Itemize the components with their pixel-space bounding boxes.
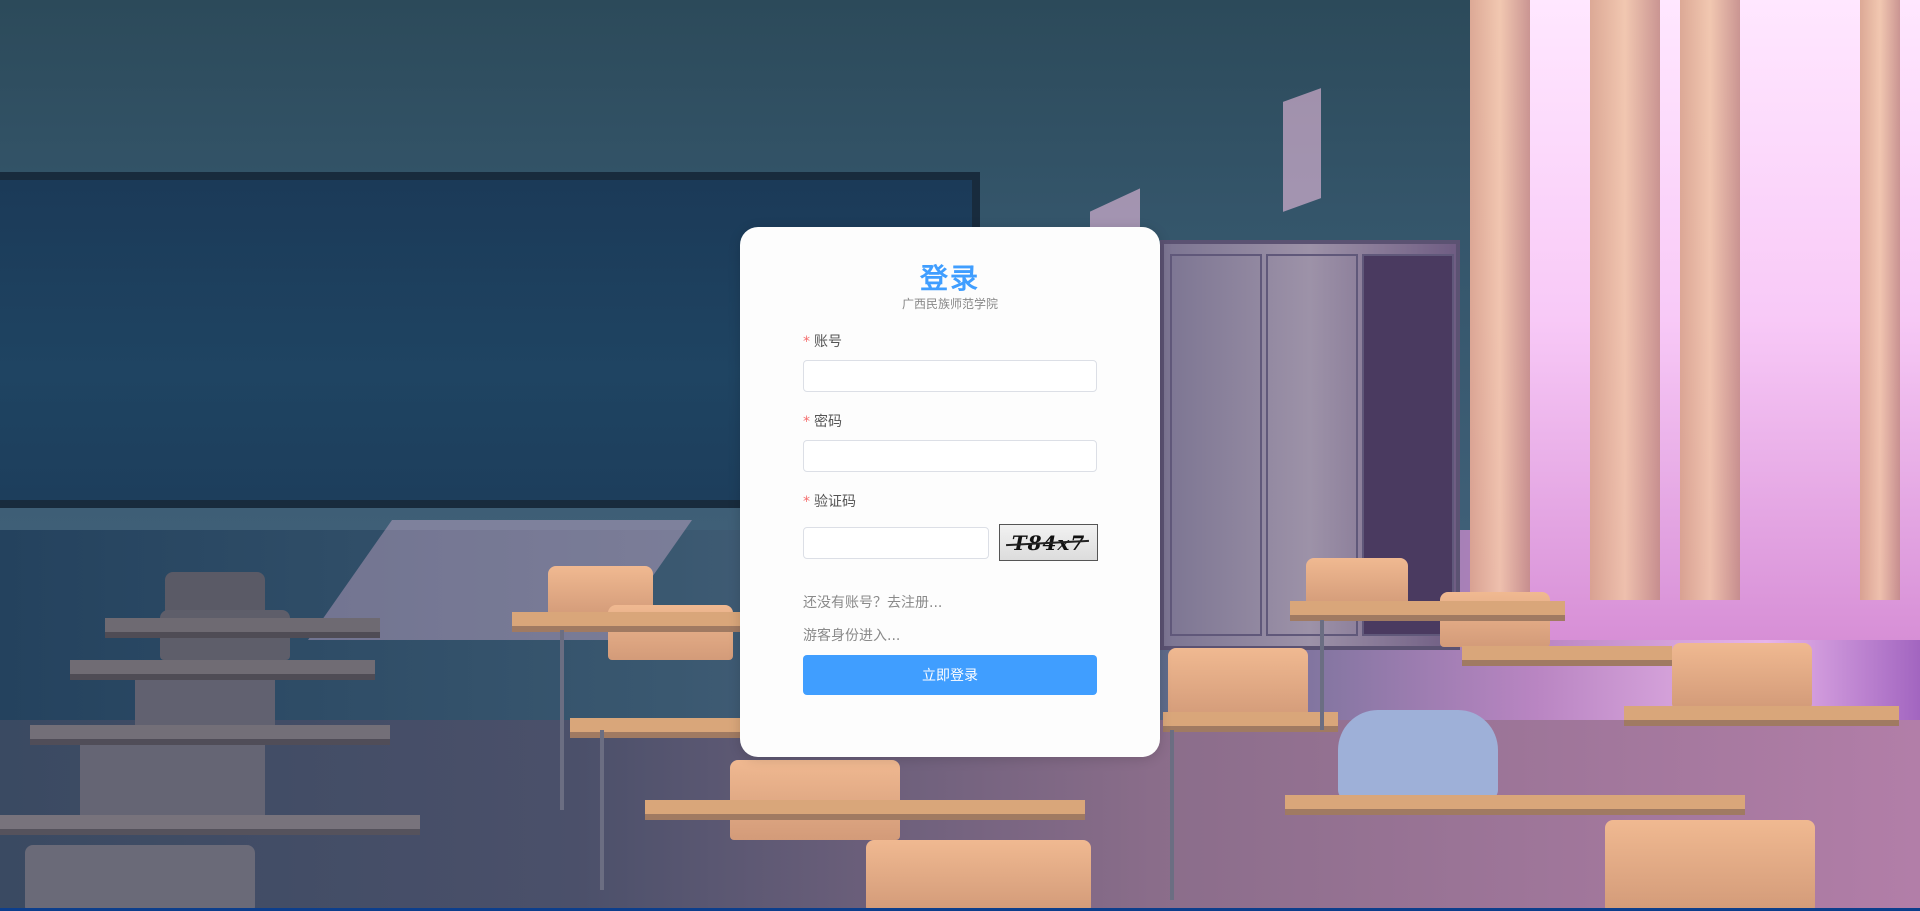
required-marker: * (803, 334, 810, 350)
captcha-label-text: 验证码 (814, 494, 856, 510)
background-chair (1605, 820, 1815, 911)
background-desk (0, 815, 420, 835)
background-desk-leg (1170, 730, 1174, 900)
school-name: 广西民族师范学院 (901, 297, 998, 311)
background-desk-leg (1320, 620, 1324, 730)
background-chair (25, 845, 255, 911)
background-desk (512, 612, 772, 632)
login-title: 登录 (919, 262, 980, 295)
login-button[interactable]: 立即登录 (803, 655, 1097, 695)
background-desk (1624, 706, 1899, 726)
background-chair (1338, 710, 1498, 800)
background-desk (70, 660, 375, 680)
guest-entry-link[interactable]: 游客身份进入... (803, 625, 900, 645)
account-label: * 账号 (803, 331, 842, 351)
background-chair (80, 735, 265, 825)
background-chair (1672, 643, 1812, 708)
background-chair (866, 840, 1091, 911)
captcha-input[interactable] (803, 527, 989, 559)
required-marker: * (803, 414, 810, 430)
background-chair (1306, 558, 1408, 606)
background-desk (1462, 646, 1672, 666)
background-desk (645, 800, 1085, 820)
background-desk (30, 725, 390, 745)
background-desk-leg (600, 730, 604, 890)
password-input[interactable] (803, 440, 1097, 472)
background-locker-door (1170, 254, 1262, 636)
background-desk-leg (560, 630, 564, 810)
account-input[interactable] (803, 360, 1097, 392)
background-curtain (1860, 0, 1900, 600)
background-curtain (1590, 0, 1660, 600)
background-sunbeam (1283, 88, 1321, 212)
captcha-label: * 验证码 (803, 491, 856, 511)
account-label-text: 账号 (814, 334, 842, 350)
background-chair (1168, 648, 1308, 718)
password-label-text: 密码 (814, 414, 842, 430)
register-link[interactable]: 还没有账号？去注册... (803, 592, 942, 612)
background-curtain (1680, 0, 1740, 600)
background-desk (1285, 795, 1745, 815)
login-card: 登录 广西民族师范学院 * 账号 * 密码 * 验证码 T84x7 还没有账号？去注册… (740, 227, 1160, 757)
required-marker: * (803, 494, 810, 510)
background-desk (105, 618, 380, 638)
background-desk (1290, 601, 1565, 621)
password-label: * 密码 (803, 411, 842, 431)
background-desk (1163, 712, 1338, 732)
background-curtain (1470, 0, 1530, 600)
captcha-image[interactable]: T84x7 (999, 524, 1098, 561)
